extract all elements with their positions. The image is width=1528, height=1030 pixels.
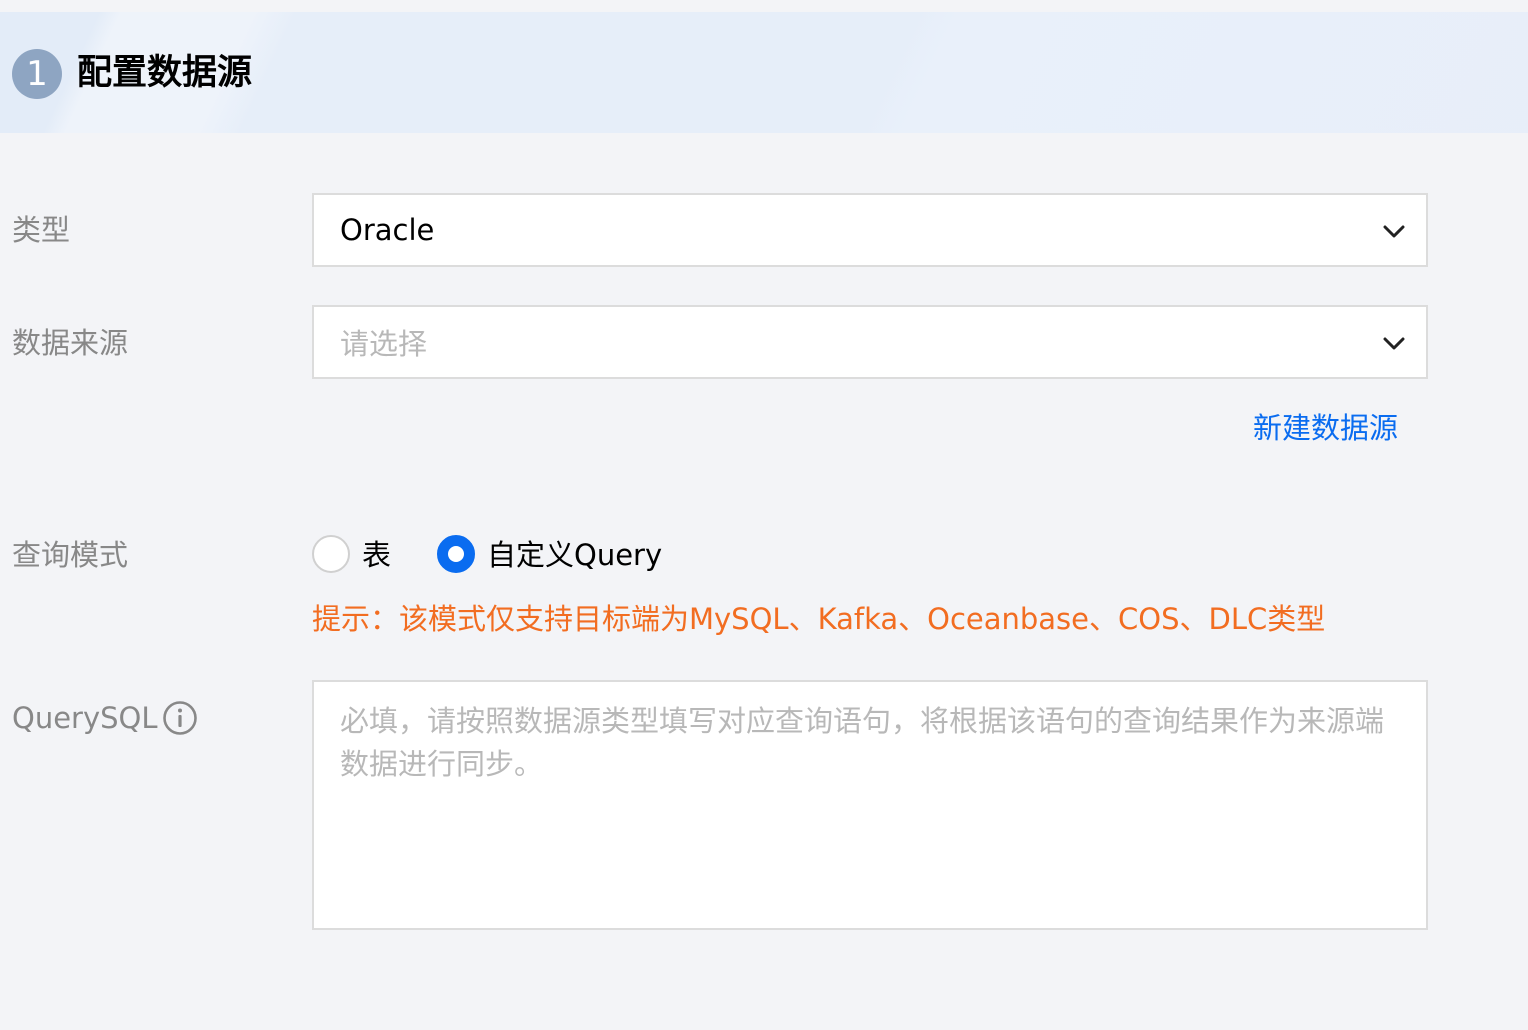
radio-table-label: 表 bbox=[362, 538, 392, 572]
step-badge: 1 bbox=[12, 49, 62, 99]
chevron-down-icon bbox=[1383, 225, 1405, 238]
radio-circle-unchecked bbox=[312, 535, 350, 573]
type-select[interactable]: Oracle bbox=[312, 193, 1428, 267]
mode-tip: 提示：该模式仅支持目标端为MySQL、Kafka、Oceanbase、COS、D… bbox=[312, 602, 1326, 636]
top-strip bbox=[0, 0, 1528, 12]
querysql-label: QuerySQL bbox=[12, 701, 158, 735]
source-select-placeholder: 请选择 bbox=[340, 327, 428, 361]
querysql-placeholder: 必填，请按照数据源类型填写对应查询语句，将根据该语句的查询结果作为来源端数据进行… bbox=[340, 704, 1385, 781]
radio-circle-checked bbox=[437, 535, 475, 573]
radio-custom-query-label: 自定义Query bbox=[487, 538, 663, 572]
section-title: 配置数据源 bbox=[77, 53, 253, 93]
source-select[interactable]: 请选择 bbox=[312, 305, 1428, 379]
type-select-value: Oracle bbox=[340, 213, 435, 247]
querysql-textarea[interactable]: 必填，请按照数据源类型填写对应查询语句，将根据该语句的查询结果作为来源端数据进行… bbox=[312, 680, 1428, 930]
type-label: 类型 bbox=[12, 213, 71, 247]
query-mode-label: 查询模式 bbox=[12, 538, 129, 572]
new-datasource-link[interactable]: 新建数据源 bbox=[1253, 408, 1398, 448]
page: 1 配置数据源 类型 Oracle 数据来源 请选择 新建数据源 查询模式 表 … bbox=[0, 0, 1528, 1030]
chevron-down-icon bbox=[1383, 337, 1405, 350]
source-label: 数据来源 bbox=[12, 326, 129, 360]
info-circle-icon[interactable] bbox=[162, 700, 198, 736]
